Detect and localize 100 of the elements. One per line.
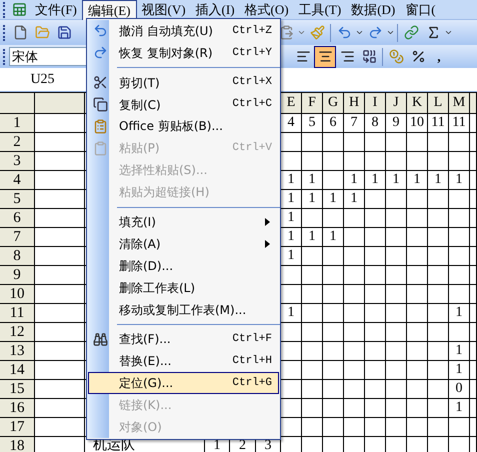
table-cell [323, 247, 344, 266]
menu-item[interactable]: 工具(T) [294, 0, 346, 20]
row-header[interactable]: 9 [0, 266, 35, 285]
table-cell [428, 209, 449, 228]
row-header[interactable]: 16 [0, 399, 35, 418]
table-cell [449, 266, 470, 285]
menu-item[interactable]: 格式(O) [240, 0, 294, 20]
table-cell [407, 247, 428, 266]
menu-item[interactable]: 删除工作表(L) [88, 276, 279, 299]
dropdown-icon[interactable] [297, 28, 306, 37]
menu-item[interactable]: 填充(I) [88, 211, 279, 233]
table-cell [365, 285, 386, 304]
font-field[interactable]: 宋体 [9, 47, 89, 66]
table-cell: 11 [428, 114, 449, 133]
menu-item[interactable]: 撤消 自动填充(U) Ctrl+Z [88, 20, 279, 42]
menu-item[interactable]: 编辑(E) [82, 0, 136, 20]
column-header[interactable] [470, 93, 477, 114]
column-header[interactable]: E [281, 93, 302, 114]
table-cell [302, 418, 323, 437]
table-cell [449, 152, 470, 171]
dropdown-icon[interactable] [355, 28, 364, 37]
table-cell: 1 [344, 190, 365, 209]
table-cell [35, 361, 85, 380]
menu-item[interactable]: 替换(E)... Ctrl+H [88, 350, 279, 372]
row-header[interactable]: 2 [0, 133, 35, 152]
table-cell [386, 418, 407, 437]
table-cell [344, 152, 365, 171]
menu-item-label: 粘贴为超链接(H) [118, 184, 210, 202]
table-cell [35, 342, 85, 361]
column-header[interactable]: H [344, 93, 365, 114]
comma-style-button[interactable]: , [429, 46, 449, 68]
row-header[interactable]: 14 [0, 361, 35, 380]
row-header[interactable]: 10 [0, 285, 35, 304]
table-cell [323, 171, 344, 190]
row-header[interactable]: 8 [0, 247, 35, 266]
table-cell: 10 [407, 114, 428, 133]
menu-item[interactable]: 恢复 复制对象(R) Ctrl+Y [88, 42, 279, 64]
table-cell: 6 [323, 114, 344, 133]
row-header[interactable]: 4 [0, 171, 35, 190]
row-header[interactable]: 12 [0, 323, 35, 342]
column-header[interactable]: F [302, 93, 323, 114]
table-cell [428, 285, 449, 304]
row-header[interactable]: 15 [0, 380, 35, 399]
row-header[interactable]: 7 [0, 228, 35, 247]
row-header[interactable]: 17 [0, 418, 35, 437]
menu-item[interactable]: 复制(C) Ctrl+C [88, 94, 279, 116]
table-cell [365, 304, 386, 323]
table-cell [386, 152, 407, 171]
table-cell [365, 247, 386, 266]
menu-item[interactable]: 视图(V) [136, 0, 191, 20]
table-cell [35, 323, 85, 342]
menu-item[interactable]: Office 剪贴板(B)... [88, 116, 279, 138]
table-cell [35, 418, 85, 437]
shortcut-label: Ctrl+Y [232, 46, 273, 61]
name-box[interactable]: U25 [0, 68, 85, 90]
menu-item[interactable]: 数据(D) [346, 0, 400, 20]
menu-item[interactable]: 定位(G)... Ctrl+G [88, 372, 279, 394]
column-header[interactable]: J [386, 93, 407, 114]
column-header[interactable]: I [365, 93, 386, 114]
toolbar-grip[interactable] [3, 48, 6, 64]
menu-item[interactable]: 移动或复制工作表(M)... [88, 298, 279, 320]
table-cell [386, 285, 407, 304]
menu-item[interactable]: 文件(F) [30, 0, 82, 20]
row-header[interactable]: 1 [0, 114, 35, 133]
table-cell [365, 152, 386, 171]
dropdown-icon[interactable] [444, 28, 453, 37]
row-header[interactable]: 13 [0, 342, 35, 361]
table-cell [323, 304, 344, 323]
table-cell: 1 [407, 171, 428, 190]
column-header[interactable]: K [407, 93, 428, 114]
menu-item[interactable]: 剪切(T) Ctrl+X [88, 72, 279, 94]
column-header[interactable] [35, 93, 85, 114]
menu-item[interactable]: 查找(F)... Ctrl+F [88, 328, 279, 350]
toolbar-grip[interactable] [3, 24, 6, 40]
menu-item-label: 定位(G)... [118, 375, 174, 392]
column-header[interactable]: M [449, 93, 470, 114]
menu-item[interactable]: 删除(D)... [88, 254, 279, 277]
row-header[interactable]: 3 [0, 152, 35, 171]
table-cell: 1 [302, 171, 323, 190]
row-header[interactable]: 6 [0, 209, 35, 228]
toolbar-grip[interactable] [3, 2, 6, 18]
menu-item[interactable]: 窗口( [400, 0, 441, 20]
column-header[interactable]: L [428, 93, 449, 114]
table-cell [344, 323, 365, 342]
table-cell [344, 361, 365, 380]
table-cell [323, 285, 344, 304]
menu-item[interactable]: 插入(I) [190, 0, 240, 20]
menu-item[interactable]: 清除(A) [88, 232, 279, 255]
copy-icon [92, 97, 108, 112]
menu-item-label: 粘贴(P) [118, 140, 160, 158]
table-cell [302, 266, 323, 285]
column-header[interactable]: G [323, 93, 344, 114]
table-cell [344, 380, 365, 399]
select-all-corner[interactable] [0, 93, 35, 114]
table-cell [35, 228, 85, 247]
align-center-icon[interactable] [314, 46, 336, 68]
row-header[interactable]: 5 [0, 190, 35, 209]
dropdown-icon[interactable] [386, 28, 395, 37]
row-header[interactable]: 18 [0, 437, 35, 452]
row-header[interactable]: 11 [0, 304, 35, 323]
